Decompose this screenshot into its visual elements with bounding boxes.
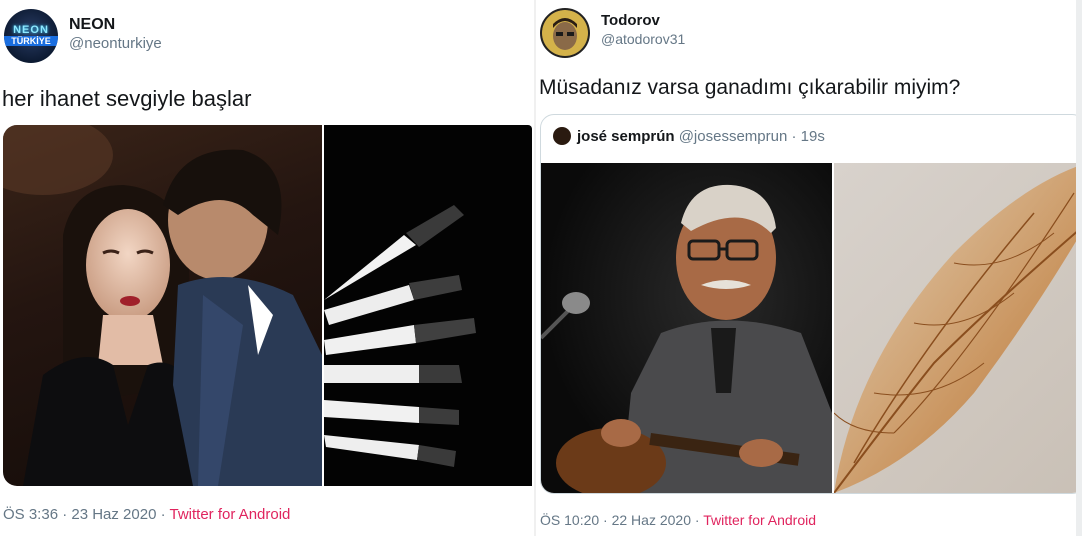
avatar[interactable]: NEON TÜRKİYE	[4, 9, 58, 63]
tweet-text: her ihanet sevgiyle başlar	[2, 86, 252, 111]
timestamp-text[interactable]: ÖS 10:20 · 22 Haz 2020 ·	[540, 512, 703, 528]
tweet-neon[interactable]: NEON TÜRKİYE NEON @neonturkiye her ihane…	[0, 0, 534, 536]
knife-6	[324, 435, 456, 467]
avatar-logo-text: NEON	[13, 24, 49, 36]
quoted-image-wing[interactable]	[834, 163, 1082, 493]
quoted-time[interactable]: · 19s	[787, 128, 824, 145]
source-link[interactable]: Twitter for Android	[703, 512, 816, 528]
user-handle[interactable]: @neonturkiye	[69, 35, 162, 52]
couple-illustration	[3, 125, 322, 486]
knife-4	[324, 365, 462, 383]
user-handle[interactable]: @atodorov31	[601, 31, 685, 47]
wing-illustration	[834, 164, 1082, 493]
timestamp-text[interactable]: ÖS 3:36 · 23 Haz 2020 ·	[3, 506, 170, 523]
display-name[interactable]: Todorov	[601, 12, 660, 29]
quoted-display-name[interactable]: josé semprún	[577, 128, 675, 145]
knife-5	[324, 400, 459, 425]
quoted-handle[interactable]: @josessemprun	[679, 128, 788, 145]
tweet-timestamp[interactable]: ÖS 10:20 · 22 Haz 2020 · Twitter for And…	[540, 512, 816, 528]
display-name[interactable]: NEON	[69, 16, 115, 34]
musician-illustration	[541, 184, 832, 493]
scrollbar-track[interactable]	[1076, 0, 1082, 536]
knives-illustration	[324, 205, 476, 467]
avatar[interactable]	[540, 8, 590, 58]
avatar-logo-subtext: TÜRKİYE	[4, 36, 58, 46]
quoted-tweet-header: josé semprún @josessemprun · 19s	[553, 127, 825, 145]
source-link[interactable]: Twitter for Android	[170, 506, 291, 523]
tweet-timestamp[interactable]: ÖS 3:36 · 23 Haz 2020 · Twitter for Andr…	[3, 506, 290, 523]
tweet-todorov[interactable]: Todorov @atodorov31 Müsadanız varsa gana…	[536, 0, 1082, 536]
knife-3	[324, 318, 476, 355]
avatar-face-icon	[542, 10, 588, 56]
quoted-tweet[interactable]: josé semprún @josessemprun · 19s	[540, 114, 1082, 494]
tweet-image-couple[interactable]	[3, 125, 322, 486]
quoted-image-musician[interactable]	[541, 163, 832, 493]
quoted-avatar[interactable]	[553, 127, 571, 145]
knife-2	[324, 275, 462, 325]
tweet-text: Müsadanız varsa ganadımı çıkarabilir miy…	[539, 76, 961, 99]
tweet-image-knives[interactable]	[324, 125, 532, 486]
